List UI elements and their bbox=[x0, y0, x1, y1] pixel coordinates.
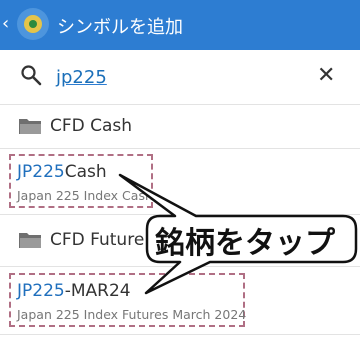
callout-text: 銘柄をタップ bbox=[155, 226, 335, 261]
callout-bubble bbox=[118, 173, 358, 295]
